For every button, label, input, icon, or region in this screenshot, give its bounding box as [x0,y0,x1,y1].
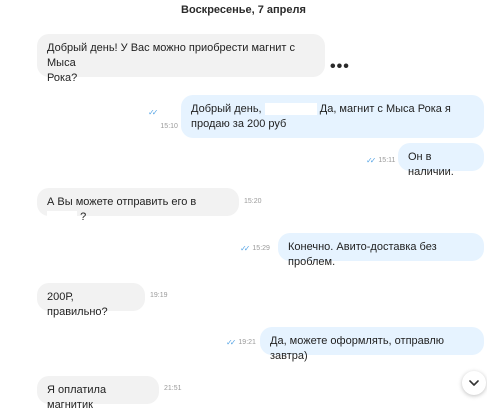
message-text: Да, можете оформлять, отправлю завтра) [270,335,445,362]
read-checkmark-icon: ✓✓ [226,337,237,347]
message-text: А Вы можете отправить его в [47,196,197,208]
message-bubble-outgoing: Да, можете оформлять, отправлю завтра) [260,327,484,362]
message-time: 19:21 [238,338,256,346]
message-text: Я оплатила магнитик [47,384,107,411]
message-row-outgoing: ✓✓ 19:21 [226,335,256,349]
more-options-icon[interactable]: ••• [330,58,350,76]
read-checkmark-icon: ✓✓ [148,108,159,117]
message-bubble-outgoing: Добрый день, Да, магнит с Мыса Рока я пр… [181,95,484,138]
scroll-down-button[interactable] [462,371,486,395]
message-text: 200Р, правильно? [47,291,108,318]
message-text: Он в наличии. [408,151,454,178]
message-bubble-incoming: Добрый день! У Вас можно приобрести магн… [37,34,325,84]
message-time: 15:10 [160,123,178,130]
message-text: Добрый день, [191,103,262,115]
message-time: 19:19 [150,292,168,299]
message-text: ? [80,211,87,223]
message-time: 15:11 [378,156,396,164]
message-bubble-outgoing: Он в наличии. [398,143,484,178]
message-time: 15:29 [252,244,270,252]
message-bubble-outgoing: Конечно. Авито-доставка без проблем. [278,233,484,268]
message-text: продаю за 200 руб [191,118,287,130]
message-time: 21:51 [164,385,182,392]
redacted-area [47,211,77,224]
message-time: 15:20 [244,198,262,205]
read-checkmark-icon: ✓✓ [240,243,251,253]
read-checkmark-icon: ✓✓ [366,155,377,165]
chevron-down-icon [469,380,479,386]
date-header: Воскресенье, 7 апреля [181,4,306,16]
message-row-outgoing: ✓✓ 15:10 [148,95,178,130]
message-row-outgoing: ✓✓ 15:11 [366,151,395,169]
message-text: Да, магнит с Мыса Рока я [319,103,451,115]
message-bubble-incoming: А Вы можете отправить его в ? [37,188,239,224]
message-text: Рока? [47,72,78,84]
message-text: Конечно. Авито-доставка без проблем. [288,241,437,268]
message-row-outgoing: ✓✓ 15:29 [240,241,270,255]
message-bubble-incoming: Я оплатила магнитик [37,376,159,411]
message-bubble-incoming: 200Р, правильно? [37,283,145,318]
redacted-area [264,103,317,116]
message-text: Добрый день! У Вас можно приобрести магн… [47,42,296,69]
